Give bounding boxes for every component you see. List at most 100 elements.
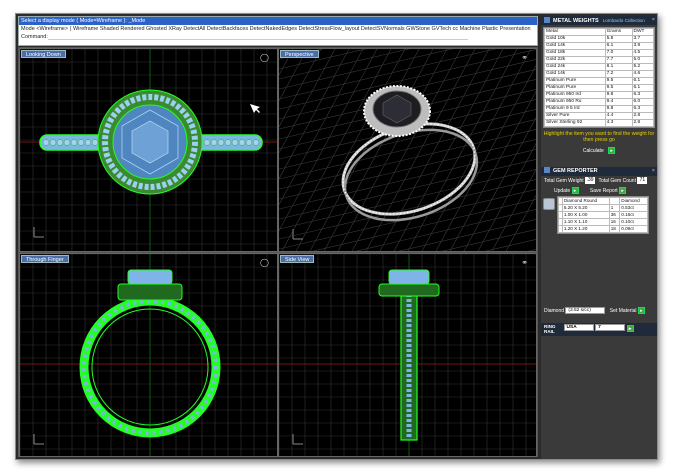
close-icon[interactable]: × — [652, 167, 655, 176]
table-row[interactable]: 1.00 X 1.00 36 0.16ct — [558, 211, 648, 219]
table-row[interactable]: Gold 22k 7.7 5.0 — [544, 56, 654, 64]
table-cell: 2.8 — [631, 112, 654, 120]
table-row[interactable]: Gold 10k 5.8 3.7 — [544, 35, 654, 43]
viewport-side-view[interactable]: Side View ⚭ — [278, 253, 537, 457]
metal-instruction: Highlight the item you want to find the … — [543, 131, 655, 143]
table-cell: 4.4 — [604, 112, 633, 120]
viewport-title[interactable]: Perspective — [280, 50, 319, 58]
total-count-label: Total Gem Count — [598, 178, 636, 184]
column-header: DWT — [631, 28, 654, 36]
calculate-label: Calculate — [582, 147, 604, 154]
perspective-grid — [279, 49, 536, 251]
table-cell: 4.6 — [631, 70, 654, 78]
table-row[interactable]: Platinum 950 Ru 9.4 6.0 — [544, 98, 654, 106]
gem-reporter-header[interactable]: GEM REPORTER × — [541, 167, 657, 176]
table-row[interactable]: Gold 24k 8.1 5.2 — [544, 63, 654, 71]
table-row[interactable]: Platinum Pure 9.5 6.1 — [544, 77, 654, 85]
panel-icon — [544, 17, 550, 23]
table-cell: 7.7 — [604, 56, 633, 64]
viewport-looking-down[interactable]: Looking Down ◯ — [19, 48, 278, 252]
ring-rail-header: RING RAIL USA 7 ▸ — [541, 323, 657, 336]
metal-weights-header[interactable]: METAL WEIGHTS Lombardo Collection × — [541, 16, 657, 25]
material-label: Diamond — [544, 308, 565, 314]
table-cell: 1.10 X 1.10 — [561, 218, 610, 226]
gem-totals-row: Total Gem Weight .39 Total Gem Count 71 — [541, 176, 657, 186]
ring-rail-go-button[interactable]: ▸ — [626, 325, 634, 332]
save-report-label: Save Report — [589, 188, 618, 194]
ring-rail-title: RING RAIL — [544, 324, 556, 334]
table-cell: 36 — [608, 211, 621, 219]
table-header: Metal Grams DWT — [544, 28, 654, 36]
viewport-title[interactable]: Through Finger — [21, 255, 69, 263]
cursor-icon — [250, 104, 260, 113]
ring-angle-icon: ⚭ — [521, 53, 528, 62]
table-cell: 9.5 — [604, 84, 633, 92]
axis-icon — [33, 227, 44, 238]
table-cell: Gold 18k — [544, 49, 606, 57]
table-cell: 1.20 X 1.20 — [561, 225, 610, 233]
panel-icon — [544, 167, 550, 173]
table-row[interactable]: Silver Sterling 92 4.3 2.8 — [544, 119, 654, 127]
table-cell: Gold 24k — [544, 63, 606, 71]
table-row[interactable]: Platinum 950 Ird 9.8 6.3 — [544, 91, 654, 99]
table-row[interactable]: Platinum 9 5 Ird 9.8 6.3 — [544, 105, 654, 113]
command-prompt-label: Command: — [21, 34, 48, 40]
axis-icon — [33, 434, 44, 445]
table-cell: 6.1 — [631, 77, 654, 85]
table-cell: 8.1 — [604, 63, 633, 71]
ring-front-icon: ◯ — [260, 258, 269, 267]
command-prompt[interactable]: Command: — [19, 33, 537, 41]
go-arrow-icon[interactable]: ▸ — [608, 147, 616, 154]
table-cell: 6.1 — [604, 42, 633, 50]
table-row[interactable]: Gold 14k 7.2 4.6 — [544, 70, 654, 78]
viewport-title[interactable]: Looking Down — [21, 50, 66, 58]
metal-weights-title: METAL WEIGHTS — [553, 18, 599, 24]
table-cell: 5.8 — [604, 35, 633, 43]
table-cell: 7.0 — [604, 49, 633, 57]
table-row[interactable]: Platinum Pure 9.5 6.1 — [544, 84, 654, 92]
table-cell: 3.7 — [631, 35, 654, 43]
table-cell: Silver Sterling 92 — [544, 119, 606, 127]
command-options-line[interactable]: Mode <Wireframe> ( Wireframe Shaded Rend… — [19, 25, 537, 33]
center-stone — [127, 269, 173, 285]
table-cell: Platinum 950 Ird — [544, 91, 606, 99]
top-view-canvas — [20, 49, 277, 251]
update-button[interactable]: ▸ — [571, 187, 579, 195]
table-cell: Silver Pure — [544, 112, 606, 120]
command-input[interactable] — [47, 33, 468, 40]
save-report-button[interactable]: ▸ — [619, 187, 627, 195]
table-cell: 9.4 — [604, 98, 633, 106]
table-cell: Platinum 9 5 Ird — [544, 105, 606, 113]
table-cell: 6.0 — [631, 98, 654, 106]
table-row[interactable]: Gold 14k 6.1 3.9 — [544, 42, 654, 50]
calculate-row: Calculate ▸ — [541, 143, 657, 158]
table-cell: 5.0 — [631, 56, 654, 64]
material-dropdown[interactable]: (3.52 s/cc) — [565, 307, 606, 315]
viewport-title[interactable]: Side View — [280, 255, 315, 263]
table-cell: Gold 14k — [544, 70, 606, 78]
viewport-perspective[interactable]: Perspective ⚭ — [278, 48, 537, 252]
table-row[interactable]: 1.10 X 1.10 16 0.10ct — [558, 218, 648, 226]
table-cell: 9.8 — [604, 91, 633, 99]
set-material-button[interactable]: ▸ — [637, 307, 645, 315]
gem-table: Diamond Round Diamond 5.20 X 5.20 1 0.53ct 1… — [557, 196, 649, 234]
table-header: Diamond Round Diamond — [558, 197, 648, 205]
size-dropdown[interactable]: 7 — [595, 324, 626, 331]
table-row[interactable]: Silver Pure 4.4 2.8 — [544, 112, 654, 120]
gem-reporter-title: GEM REPORTER — [553, 168, 598, 174]
command-area: Select a display mode ( Mode=Wireframe )… — [18, 16, 538, 46]
table-cell: 1.00 X 1.00 — [561, 211, 610, 219]
table-cell: 1 — [608, 204, 621, 212]
lombardo-link[interactable]: Lombardo Collection — [603, 18, 645, 23]
viewport-through-finger[interactable]: Through Finger ◯ — [19, 253, 278, 457]
table-cell: 4.3 — [604, 119, 633, 127]
close-icon[interactable]: × — [652, 16, 655, 25]
table-row[interactable]: Gold 18k 7.0 4.5 — [544, 49, 654, 57]
column-header: Diamond — [619, 197, 648, 205]
table-cell: 3.9 — [631, 42, 654, 50]
table-row[interactable]: 1.20 X 1.20 18 0.09ct — [558, 225, 648, 233]
region-dropdown[interactable]: USA — [563, 324, 594, 331]
table-cell: 5.2 — [631, 63, 654, 71]
table-row[interactable]: 5.20 X 5.20 1 0.53ct — [558, 204, 648, 212]
front-view-canvas — [20, 254, 277, 456]
